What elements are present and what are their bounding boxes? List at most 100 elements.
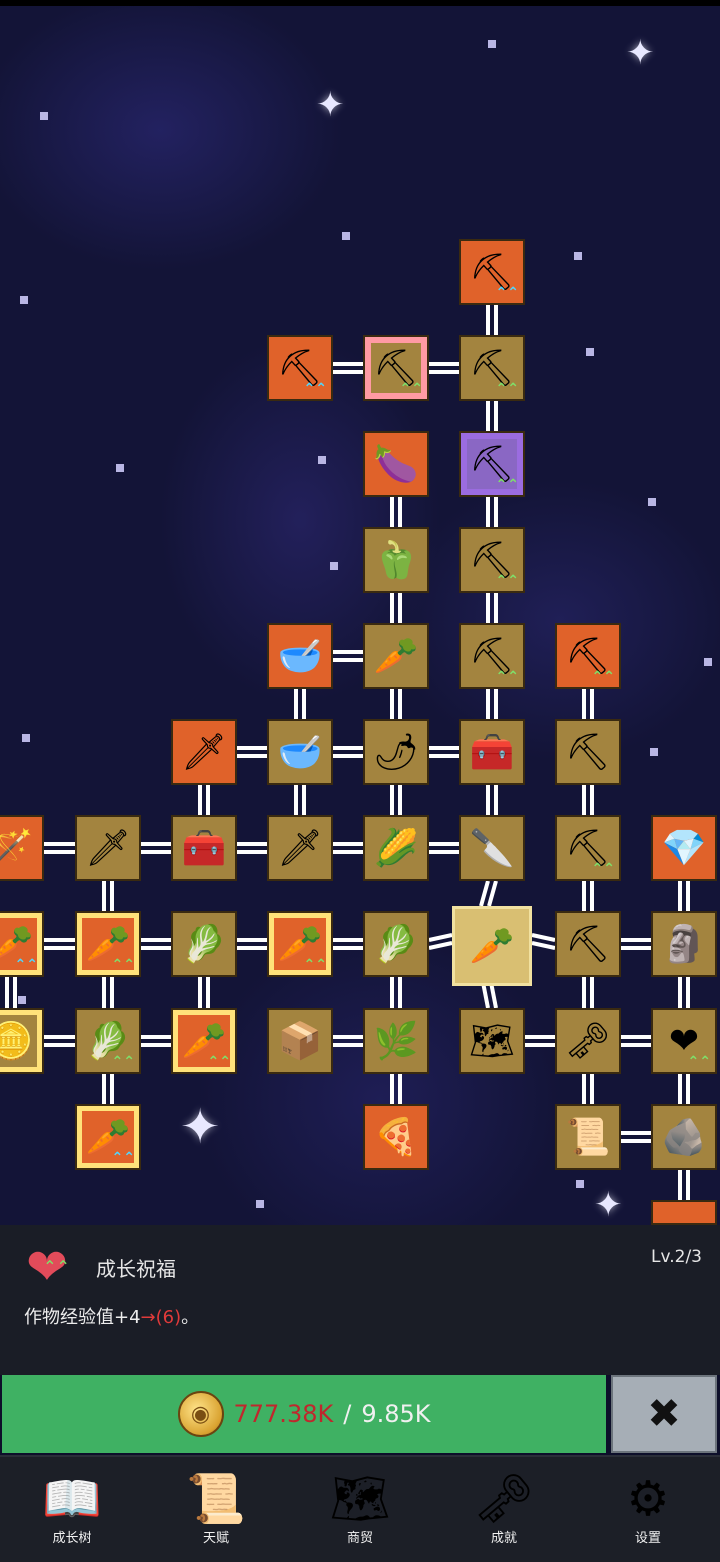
tree-node-cabbage-a[interactable]: 🥬 xyxy=(171,911,237,977)
tree-node-carrot-d[interactable]: 🥕 ⌃⌃ xyxy=(171,1008,237,1074)
node-icon: 🥬 xyxy=(181,924,227,965)
tree-node-crystal[interactable]: 💎 xyxy=(651,815,717,881)
tree-node-shovel-r2b[interactable]: ⛏ ⌃⌃ xyxy=(363,335,429,401)
tree-node-pickaxe-d[interactable]: ⛏ xyxy=(555,911,621,977)
tree-node-pepper[interactable]: 🫑 xyxy=(363,527,429,593)
nav-settings[interactable]: ⚙ 设置 xyxy=(588,1457,708,1562)
tree-node-pickaxe-a[interactable]: ⛏ ⌃⌃ xyxy=(555,623,621,689)
tree-node-partial[interactable] xyxy=(651,1200,717,1225)
tree-node-eggplant[interactable]: 🍆 xyxy=(363,431,429,497)
tree-node-bowl-b[interactable]: 🥣 xyxy=(267,719,333,785)
nav-trade[interactable]: 🗺 商贸 xyxy=(300,1457,420,1562)
node-icon: 📜 xyxy=(565,1117,611,1158)
tree-node-chili[interactable]: 🌶 xyxy=(363,719,429,785)
tree-node-shovel-r2c[interactable]: ⛏ ⌃⌃ xyxy=(459,335,525,401)
upgrade-chevron-icon: ⌃⌃ xyxy=(303,957,327,973)
tree-node-bowl-a[interactable]: 🥣 xyxy=(267,623,333,689)
node-icon: 🌽 xyxy=(373,828,419,869)
tree-node-rock[interactable]: 🪨 xyxy=(651,1104,717,1170)
tree-node-map[interactable]: 🗺 xyxy=(459,1008,525,1074)
node-icon: 🥕 xyxy=(373,636,419,677)
nav-label: 天赋 xyxy=(202,1531,229,1546)
upgrade-chevron-icon: ⌃⌃ xyxy=(303,381,327,397)
tree-node-staff[interactable]: 🪄 xyxy=(0,815,44,881)
tree-node-carrot-a[interactable]: 🥕 ⌃⌃ xyxy=(0,911,44,977)
node-icon: 🪄 xyxy=(0,828,34,869)
cost-separator: / xyxy=(343,1400,352,1428)
gear-icon: ⚙ xyxy=(626,1471,670,1527)
node-icon: 🪙 xyxy=(0,1021,34,1062)
node-icon: 🌶 xyxy=(373,732,419,773)
tree-node-carrot-sel[interactable]: 🥕 xyxy=(452,906,532,986)
map-icon: 🗺 xyxy=(329,1471,391,1527)
node-icon: 🌿 xyxy=(373,1021,419,1062)
tree-node-sword-c[interactable]: 🗡 xyxy=(267,815,333,881)
upgrade-chevron-icon: ⌃⌃ xyxy=(591,669,615,685)
upgrade-chevron-icon: ⌃⌃ xyxy=(495,573,519,589)
node-icon: 🗿 xyxy=(661,924,707,965)
node-icon: 🫑 xyxy=(373,540,419,581)
tree-node-scroll[interactable]: 📜 xyxy=(555,1104,621,1170)
tree-node-carrot-b[interactable]: 🥕 ⌃⌃ xyxy=(75,911,141,977)
tree-node-carrot-c[interactable]: 🥕 ⌃⌃ xyxy=(267,911,333,977)
close-button[interactable]: ✖ xyxy=(611,1375,717,1453)
upgrade-chevron-icon: ⌃⌃ xyxy=(111,1054,135,1070)
node-icon: 🔪 xyxy=(469,828,515,869)
upgrade-chevron-icon: ⌃⌃ xyxy=(399,381,423,397)
nav-growth-tree[interactable]: 📖 成长树 xyxy=(12,1457,132,1562)
node-icon: 🧰 xyxy=(181,828,227,869)
tree-node-sword-b[interactable]: 🗡 xyxy=(75,815,141,881)
node-icon: 🗡 xyxy=(277,828,323,869)
upgrade-button[interactable]: ◉ 777.38K / 9.85K xyxy=(2,1375,606,1453)
tree-node-chest-b[interactable]: 🧰 xyxy=(171,815,237,881)
nav-label: 成长树 xyxy=(52,1531,92,1546)
nav-achievement[interactable]: 🗝 成就 xyxy=(444,1457,564,1562)
upgrade-chevron-icon: ⌃⌃ xyxy=(111,1150,135,1166)
tree-node-shovel-r5[interactable]: ⛏ ⌃⌃ xyxy=(459,623,525,689)
tree-node-coin-pack[interactable]: 🪙 xyxy=(0,1008,44,1074)
nav-label: 设置 xyxy=(634,1531,661,1546)
tree-node-cabbage-c[interactable]: 🥬 ⌃⌃ xyxy=(75,1008,141,1074)
tree-node-knife[interactable]: 🔪 xyxy=(459,815,525,881)
detail-panel: ❤ ⌃⌃ 成长祝福 Lv.2/3 作物经验值+4→(6)。 xyxy=(0,1225,720,1375)
tree-node-radish[interactable]: 🥕 xyxy=(363,623,429,689)
upgrade-chevron-icon: ⌃⌃ xyxy=(495,669,519,685)
nav-talent[interactable]: 📜 天赋 xyxy=(156,1457,276,1562)
desc-suffix: 。 xyxy=(181,1307,200,1328)
upgrade-chevron-icon: ⌃⌃ xyxy=(207,1054,231,1070)
tree-node-key[interactable]: 🗝 xyxy=(555,1008,621,1074)
tree-node-statue[interactable]: 🗿 xyxy=(651,911,717,977)
tree-node-sword-a[interactable]: 🗡 xyxy=(171,719,237,785)
scroll-icon: 📜 xyxy=(186,1471,246,1527)
node-icon: 🧰 xyxy=(469,732,515,773)
upgrade-chevron-icon: ⌃⌃ xyxy=(111,957,135,973)
tree-node-shovel-top[interactable]: ⛏ ⌃⌃ xyxy=(459,239,525,305)
node-icon: 📦 xyxy=(277,1021,323,1062)
node-icon: ⛏ xyxy=(565,732,611,773)
node-icon: 🗝 xyxy=(565,1021,611,1062)
key-icon: 🗝 xyxy=(473,1471,535,1527)
tree-node-parsnip[interactable]: 🌿 xyxy=(363,1008,429,1074)
tree-node-pickaxe-c[interactable]: ⛏ ⌃⌃ xyxy=(555,815,621,881)
owned-coins: 9.85K xyxy=(361,1400,431,1428)
tree-node-chest-a[interactable]: 🧰 xyxy=(459,719,525,785)
tree-node-treasure[interactable]: 📦 xyxy=(267,1008,333,1074)
node-icon: 🍆 xyxy=(373,444,419,485)
nav-label: 成就 xyxy=(490,1531,517,1546)
node-icon: 🥣 xyxy=(277,732,323,773)
upgrade-chevron-icon: ⌃⌃ xyxy=(687,1054,711,1070)
tree-node-pizza[interactable]: 🍕 xyxy=(363,1104,429,1170)
tree-node-cabbage-b[interactable]: 🥬 xyxy=(363,911,429,977)
tree-node-carrot-e[interactable]: 🥕 ⌃⌃ xyxy=(75,1104,141,1170)
tree-node-corn[interactable]: 🌽 xyxy=(363,815,429,881)
tree-node-shovel-purple[interactable]: ⛏ ⌃⌃ xyxy=(459,431,525,497)
tree-node-heart[interactable]: ❤ ⌃⌃ xyxy=(651,1008,717,1074)
node-icon: 🥕 xyxy=(469,926,515,967)
tree-node-shovel-r4[interactable]: ⛏ ⌃⌃ xyxy=(459,527,525,593)
skill-description: 作物经验值+4→(6)。 xyxy=(24,1303,199,1329)
heart-icon: ❤ ⌃⌃ xyxy=(26,1238,70,1296)
tree-node-shovel-r2a[interactable]: ⛏ ⌃⌃ xyxy=(267,335,333,401)
node-icon: 🥣 xyxy=(277,636,323,677)
node-icon: ⛏ xyxy=(565,924,611,965)
tree-node-pickaxe-b[interactable]: ⛏ xyxy=(555,719,621,785)
